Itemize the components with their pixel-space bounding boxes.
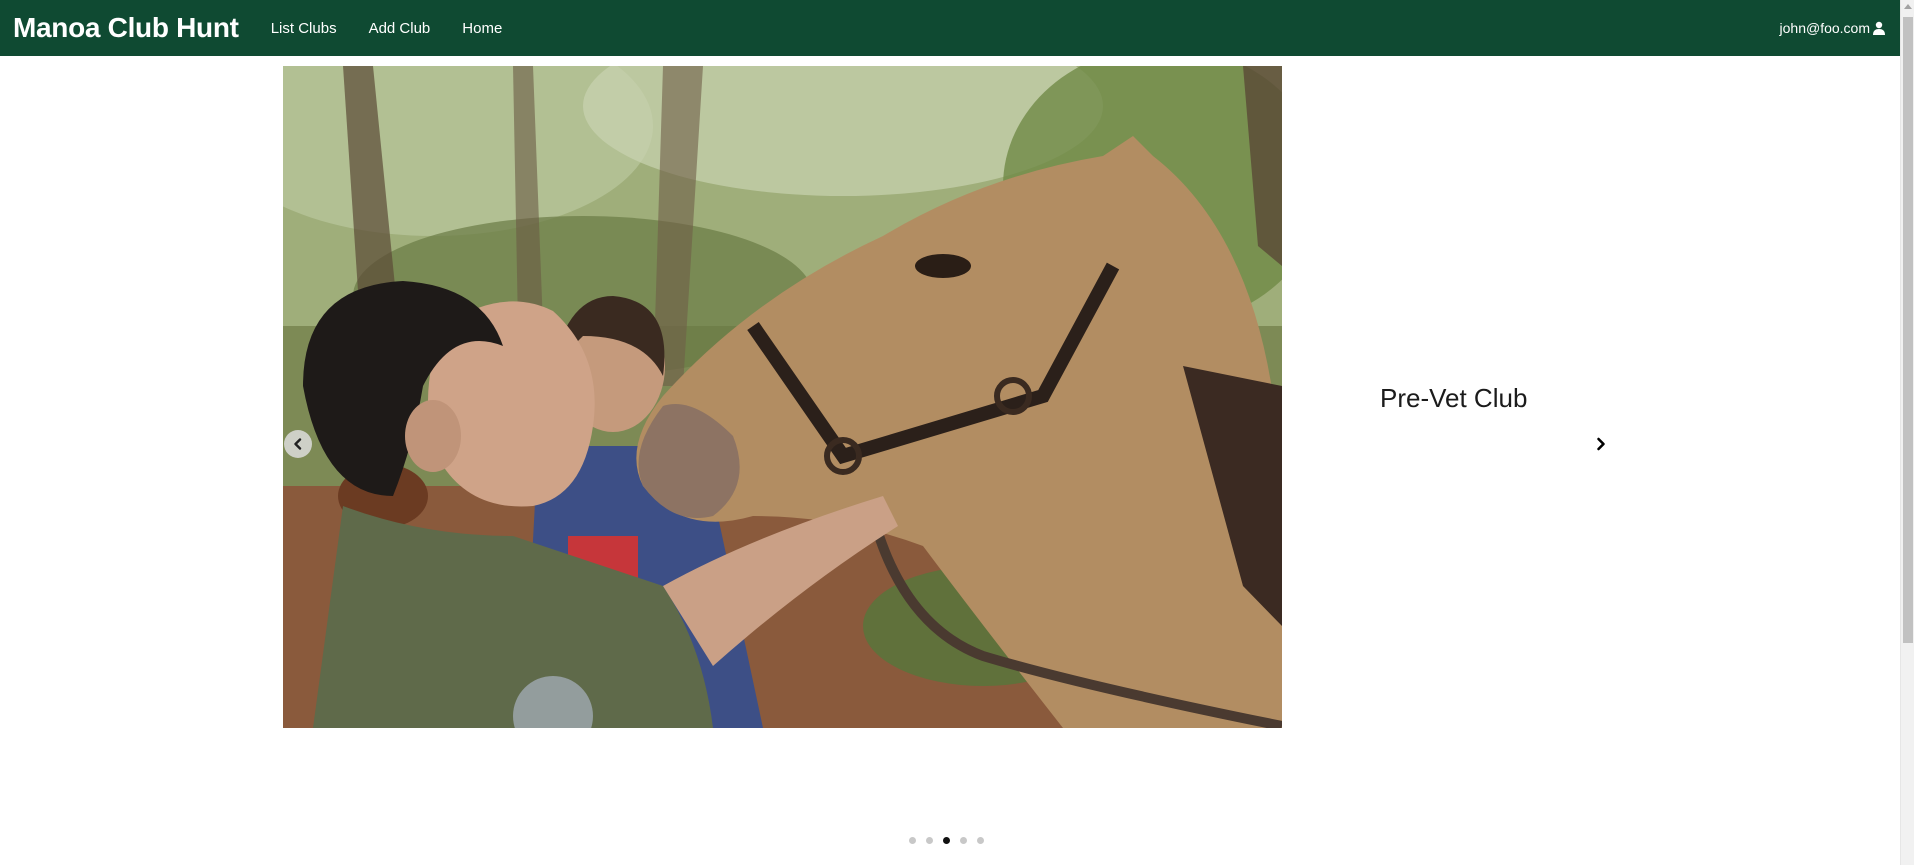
nav-link-add-club[interactable]: Add Club (369, 20, 431, 37)
carousel-prev-button[interactable] (284, 430, 312, 458)
user-email: john@foo.com (1779, 20, 1870, 36)
brand-logo[interactable]: Manoa Club Hunt (13, 12, 239, 44)
club-carousel: Pre-Vet Club (0, 56, 1900, 865)
slide-title: Pre-Vet Club (1380, 383, 1528, 413)
chevron-right-icon (1597, 437, 1605, 451)
carousel-dot-1[interactable] (909, 837, 916, 844)
carousel-dot-4[interactable] (960, 837, 967, 844)
page-scrollbar[interactable] (1900, 0, 1914, 865)
nav-link-home[interactable]: Home (462, 20, 502, 37)
nav-link-list-clubs[interactable]: List Clubs (271, 20, 337, 37)
user-menu[interactable]: john@foo.com (1780, 20, 1886, 36)
slide-image (283, 66, 1282, 728)
carousel-next-button[interactable] (1590, 432, 1612, 456)
carousel-dot-3[interactable] (943, 837, 950, 844)
scroll-up-arrow-icon[interactable] (1904, 4, 1912, 9)
top-navbar: Manoa Club Hunt List Clubs Add Club Home… (0, 0, 1900, 56)
scroll-thumb[interactable] (1903, 17, 1913, 643)
slide-photo (283, 66, 1282, 728)
chevron-left-icon (294, 438, 302, 450)
carousel-indicators (909, 837, 994, 844)
carousel-dot-2[interactable] (926, 837, 933, 844)
carousel-dot-5[interactable] (977, 837, 984, 844)
user-icon (1873, 21, 1885, 35)
nav-links: List Clubs Add Club Home (271, 20, 535, 37)
